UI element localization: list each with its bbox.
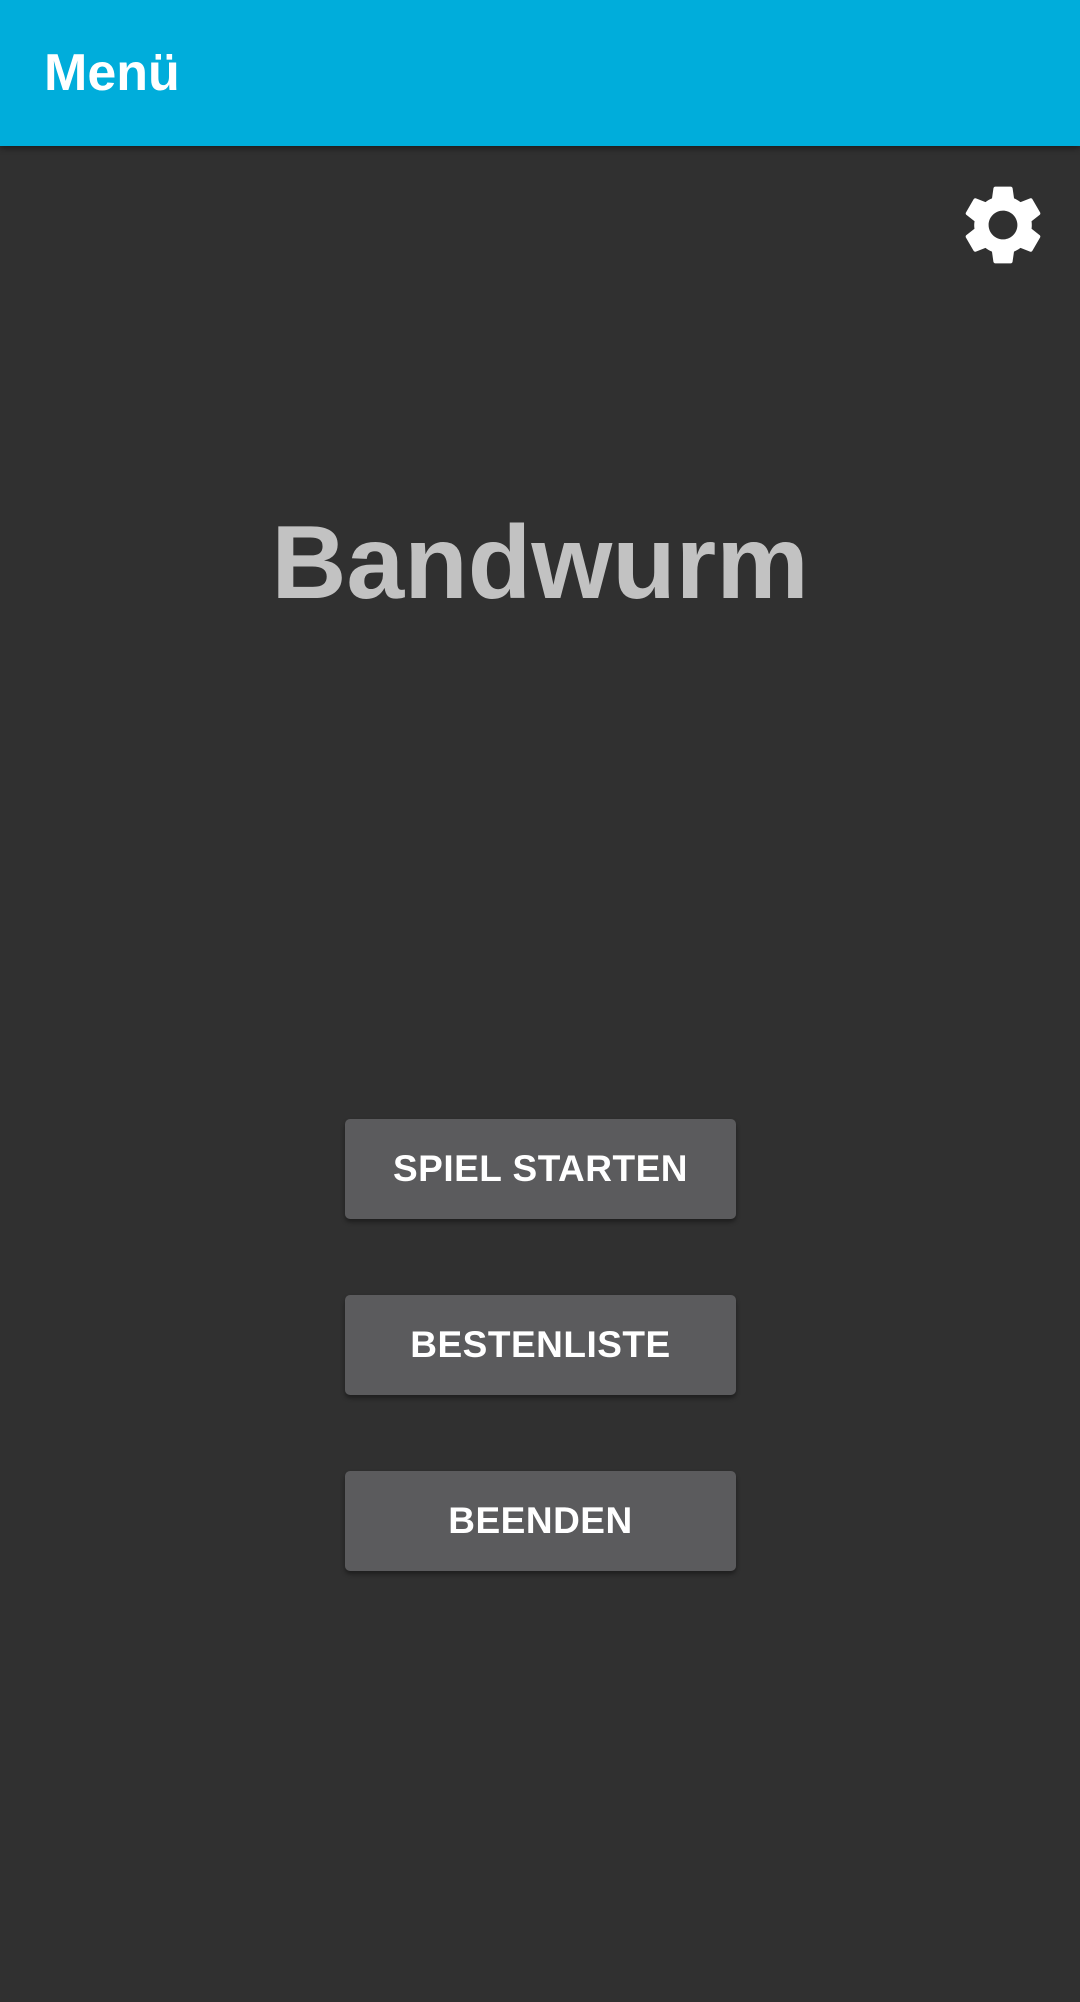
highscore-button[interactable]: BESTENLISTE bbox=[345, 1295, 736, 1395]
start-game-button[interactable]: SPIEL STARTEN bbox=[345, 1119, 736, 1219]
app-bar-title: Menü bbox=[44, 44, 180, 102]
gear-icon bbox=[965, 186, 1041, 264]
quit-button[interactable]: BEENDEN bbox=[345, 1471, 736, 1571]
app-bar: Menü bbox=[0, 0, 1080, 146]
game-title: Bandwurm bbox=[271, 504, 809, 621]
settings-button[interactable] bbox=[950, 172, 1056, 278]
